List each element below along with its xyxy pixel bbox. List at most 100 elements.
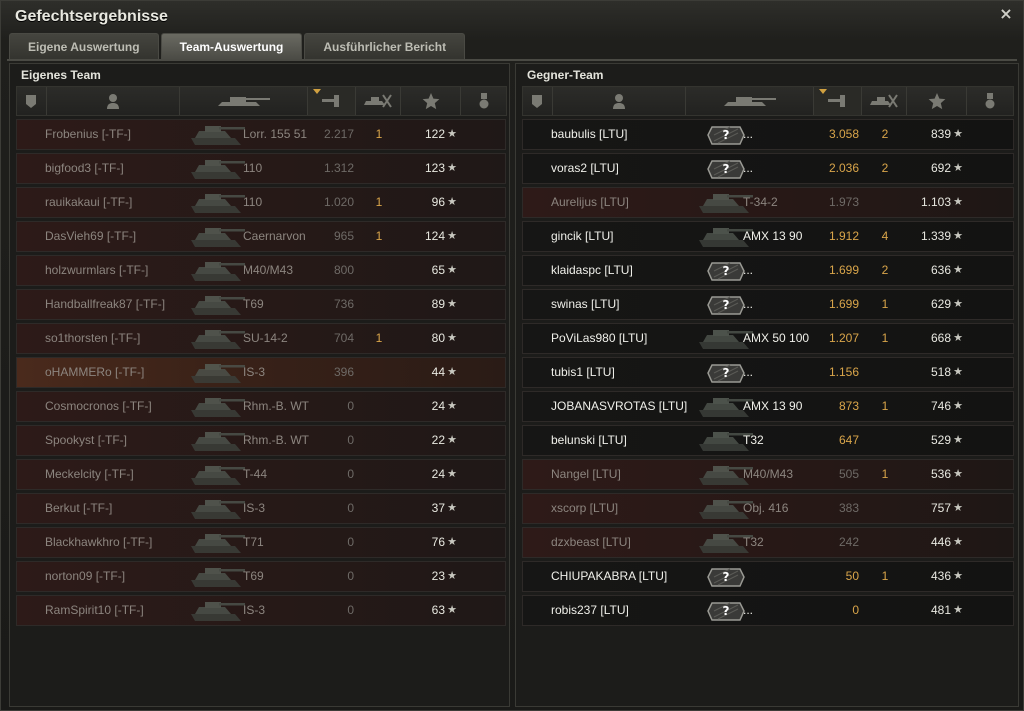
player-row[interactable]: holzwurmlars [-TF-] M40/M43 800 65 ★ <box>16 255 506 286</box>
vehicle-icon <box>191 568 245 587</box>
player-row[interactable]: bigfood3 [-TF-] 110 1.312 123 ★ <box>16 153 506 184</box>
player-icon[interactable] <box>47 87 181 115</box>
star-icon: ★ <box>953 196 963 208</box>
player-row[interactable]: gincik [LTU] AMX 13 90 1.912 4 1.339 ★ <box>522 221 1014 252</box>
player-name: tubis1 [LTU] <box>551 365 615 379</box>
player-row[interactable]: so1thorsten [-TF-] SU-14-2 704 1 80 ★ <box>16 323 506 354</box>
star-icon: ★ <box>953 604 963 616</box>
tab-own-results[interactable]: Eigene Auswertung <box>9 33 159 60</box>
player-name: RamSpirit10 [-TF-] <box>45 603 144 617</box>
player-row[interactable]: swinas [LTU]?... 1.699 1 629 ★ <box>522 289 1014 320</box>
damage-value: 704 <box>333 331 354 345</box>
player-icon[interactable] <box>553 87 687 115</box>
vehicle-icon <box>191 228 245 247</box>
vehicle-name: Caernarvon <box>243 229 306 243</box>
unknown-vehicle-icon: ? <box>707 262 745 281</box>
unknown-vehicle-icon: ? <box>707 364 745 383</box>
medal-icon[interactable] <box>461 87 506 115</box>
player-row[interactable]: tubis1 [LTU]?... 1.156 518 ★ <box>522 357 1014 388</box>
own-team-title: Eigenes Team <box>21 68 101 82</box>
vehicle-name: T-34-2 <box>743 195 778 209</box>
xp-value: 636 <box>930 263 951 277</box>
vehicle-name: Rhm.-B. WT <box>243 433 309 447</box>
player-row[interactable]: JOBANASVROTAS [LTU] AMX 13 90 873 1 746 ★ <box>522 391 1014 422</box>
player-row[interactable]: dzxbeast [LTU] T32 242 446 ★ <box>522 527 1014 558</box>
damage-icon[interactable] <box>813 87 862 115</box>
star-icon: ★ <box>447 332 457 344</box>
player-row[interactable]: voras2 [LTU]?... 2.036 2 692 ★ <box>522 153 1014 184</box>
star-icon: ★ <box>447 570 457 582</box>
player-row[interactable]: Meckelcity [-TF-] T-44 0 24 ★ <box>16 459 506 490</box>
xp-value: 24 <box>431 399 445 413</box>
tab-detailed-report[interactable]: Ausführlicher Bericht <box>304 33 466 60</box>
player-row[interactable]: PoViLas980 [LTU] AMX 50 100 1.207 1 668 ★ <box>522 323 1014 354</box>
own-team-header <box>16 86 507 116</box>
kills-icon[interactable] <box>356 87 402 115</box>
player-row[interactable]: DasVieh69 [-TF-] Caernarvon 965 1 124 ★ <box>16 221 506 252</box>
player-row[interactable]: Blackhawkhro [-TF-] T71 0 76 ★ <box>16 527 506 558</box>
player-row[interactable]: RamSpirit10 [-TF-] IS-3 0 63 ★ <box>16 595 506 626</box>
xp-value: 757 <box>930 501 951 515</box>
kills-value: 1 <box>375 195 383 209</box>
xp-value: 692 <box>930 161 951 175</box>
player-row[interactable]: norton09 [-TF-] T69 0 23 ★ <box>16 561 506 592</box>
vehicle-name: AMX 50 100 <box>743 331 810 345</box>
xp-value: 63 <box>431 603 445 617</box>
tank-icon[interactable] <box>686 87 814 115</box>
player-row[interactable]: Nangel [LTU] M40/M43 505 1 536 ★ <box>522 459 1014 490</box>
player-row[interactable]: baubulis [LTU]?... 3.058 2 839 ★ <box>522 119 1014 150</box>
player-row[interactable]: oHAMMERo [-TF-] IS-3 396 44 ★ <box>16 357 506 388</box>
player-name: JOBANASVROTAS [LTU] <box>551 399 688 413</box>
xp-value: 1.339 <box>920 229 951 243</box>
player-row[interactable]: Berkut [-TF-] IS-3 0 37 ★ <box>16 493 506 524</box>
kills-value: 2 <box>881 161 889 175</box>
unknown-vehicle-icon: ? <box>707 296 745 315</box>
tab-team-results[interactable]: Team-Auswertung <box>160 33 303 60</box>
damage-value: 1.912 <box>828 229 859 243</box>
star-icon: ★ <box>953 332 963 344</box>
vehicle-name: IS-3 <box>243 365 266 379</box>
player-name: rauikakaui [-TF-] <box>45 195 133 209</box>
player-row[interactable]: robis237 [LTU]?... 0 481 ★ <box>522 595 1014 626</box>
damage-value: 873 <box>838 399 859 413</box>
close-icon[interactable]: × <box>998 6 1014 22</box>
kills-value: 1 <box>881 569 889 583</box>
player-row[interactable]: Cosmocronos [-TF-] Rhm.-B. WT 0 24 ★ <box>16 391 506 422</box>
star-icon: ★ <box>447 196 457 208</box>
star-icon[interactable] <box>907 87 968 115</box>
player-row[interactable]: Spookyst [-TF-] Rhm.-B. WT 0 22 ★ <box>16 425 506 456</box>
own-team-list: Frobenius [-TF-] Lorr. 155 51 2.217 1 122 ★ bi… <box>16 119 506 629</box>
player-row[interactable]: belunski [LTU] T32 647 529 ★ <box>522 425 1014 456</box>
kills-icon[interactable] <box>862 87 908 115</box>
medal-icon[interactable] <box>967 87 1013 115</box>
damage-icon[interactable] <box>307 87 356 115</box>
squad-badge-icon[interactable] <box>523 87 553 115</box>
player-name: Frobenius [-TF-] <box>45 127 132 141</box>
star-icon: ★ <box>953 366 963 378</box>
vehicle-icon <box>191 398 245 417</box>
damage-value: 2.036 <box>828 161 859 175</box>
tank-icon[interactable] <box>180 87 308 115</box>
player-row[interactable]: xscorp [LTU] Obj. 416 383 757 ★ <box>522 493 1014 524</box>
svg-text:?: ? <box>723 264 730 278</box>
player-row[interactable]: Handballfreak87 [-TF-] T69 736 89 ★ <box>16 289 506 320</box>
damage-value: 383 <box>838 501 859 515</box>
vehicle-name: T32 <box>743 433 764 447</box>
damage-value: 0 <box>347 501 354 515</box>
xp-value: 37 <box>431 501 445 515</box>
player-row[interactable]: Aurelijus [LTU] T-34-2 1.973 1.103 ★ <box>522 187 1014 218</box>
player-row[interactable]: Frobenius [-TF-] Lorr. 155 51 2.217 1 122 ★ <box>16 119 506 150</box>
star-icon[interactable] <box>401 87 462 115</box>
damage-value: 50 <box>845 569 859 583</box>
squad-badge-icon[interactable] <box>17 87 47 115</box>
star-icon: ★ <box>447 536 457 548</box>
xp-value: 1.103 <box>920 195 951 209</box>
damage-value: 1.973 <box>828 195 859 209</box>
player-row[interactable]: klaidaspc [LTU]?... 1.699 2 636 ★ <box>522 255 1014 286</box>
player-row[interactable]: CHIUPAKABRA [LTU]? 50 1 436 ★ <box>522 561 1014 592</box>
xp-value: 481 <box>930 603 951 617</box>
star-icon: ★ <box>447 468 457 480</box>
vehicle-name: SU-14-2 <box>243 331 288 345</box>
player-row[interactable]: rauikakaui [-TF-] 110 1.020 1 96 ★ <box>16 187 506 218</box>
damage-value: 1.020 <box>323 195 354 209</box>
